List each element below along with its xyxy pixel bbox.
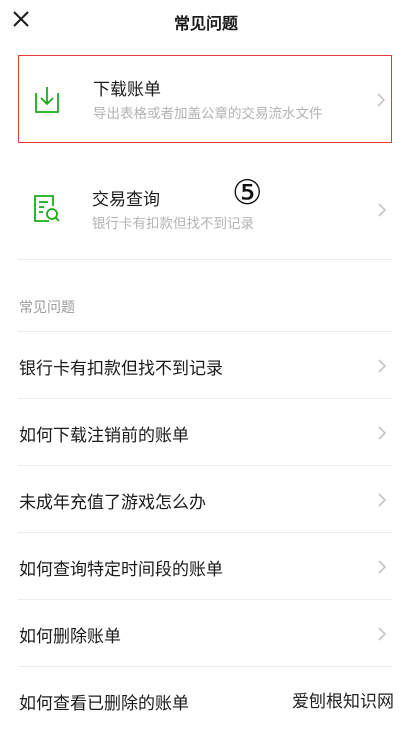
chevron-right-icon: [378, 493, 387, 507]
faq-item-label: 未成年充值了游戏怎么办: [19, 493, 206, 513]
nav-bar: 常见问题: [0, 0, 412, 42]
faq-item[interactable]: 银行卡有扣款但找不到记录: [18, 332, 392, 399]
divider: [18, 259, 392, 260]
faq-item-label: 如何查看已删除的账单: [19, 694, 189, 714]
chevron-right-icon: [378, 560, 387, 574]
transaction-query-title: 交易查询: [92, 190, 160, 210]
faq-item[interactable]: 未成年充值了游戏怎么办: [18, 466, 392, 533]
download-bill-card[interactable]: 下载账单 导出表格或者加盖公章的交易流水文件: [18, 55, 392, 143]
transaction-query-card[interactable]: 交易查询 银行卡有扣款但找不到记录 ⑤: [18, 166, 392, 254]
chevron-right-icon: [378, 359, 387, 373]
faq-item-label: 银行卡有扣款但找不到记录: [19, 359, 223, 379]
faq-item[interactable]: 如何下载注销前的账单: [18, 399, 392, 466]
chevron-right-icon: [378, 426, 387, 440]
faq-item[interactable]: 如何查询特定时间段的账单: [18, 533, 392, 600]
annotation-number: ⑤: [232, 173, 263, 213]
download-bill-subtitle: 导出表格或者加盖公章的交易流水文件: [93, 106, 323, 122]
faq-item-label: 如何删除账单: [19, 627, 121, 647]
chevron-right-icon: [378, 627, 387, 641]
transaction-query-subtitle: 银行卡有扣款但找不到记录: [92, 216, 254, 232]
page-title: 常见问题: [173, 14, 238, 33]
faq-item-label: 如何下载注销前的账单: [19, 426, 189, 446]
faq-item-label: 如何查询特定时间段的账单: [19, 560, 223, 580]
chevron-right-icon: [377, 93, 386, 107]
document-search-icon: [34, 195, 60, 222]
watermark: 爱刨根知识网: [292, 692, 394, 712]
faq-section-title: 常见问题: [19, 300, 75, 316]
chevron-right-icon: [378, 203, 387, 217]
download-icon: [35, 87, 59, 113]
download-bill-title: 下载账单: [93, 80, 161, 100]
faq-item[interactable]: 如何删除账单: [18, 600, 392, 667]
